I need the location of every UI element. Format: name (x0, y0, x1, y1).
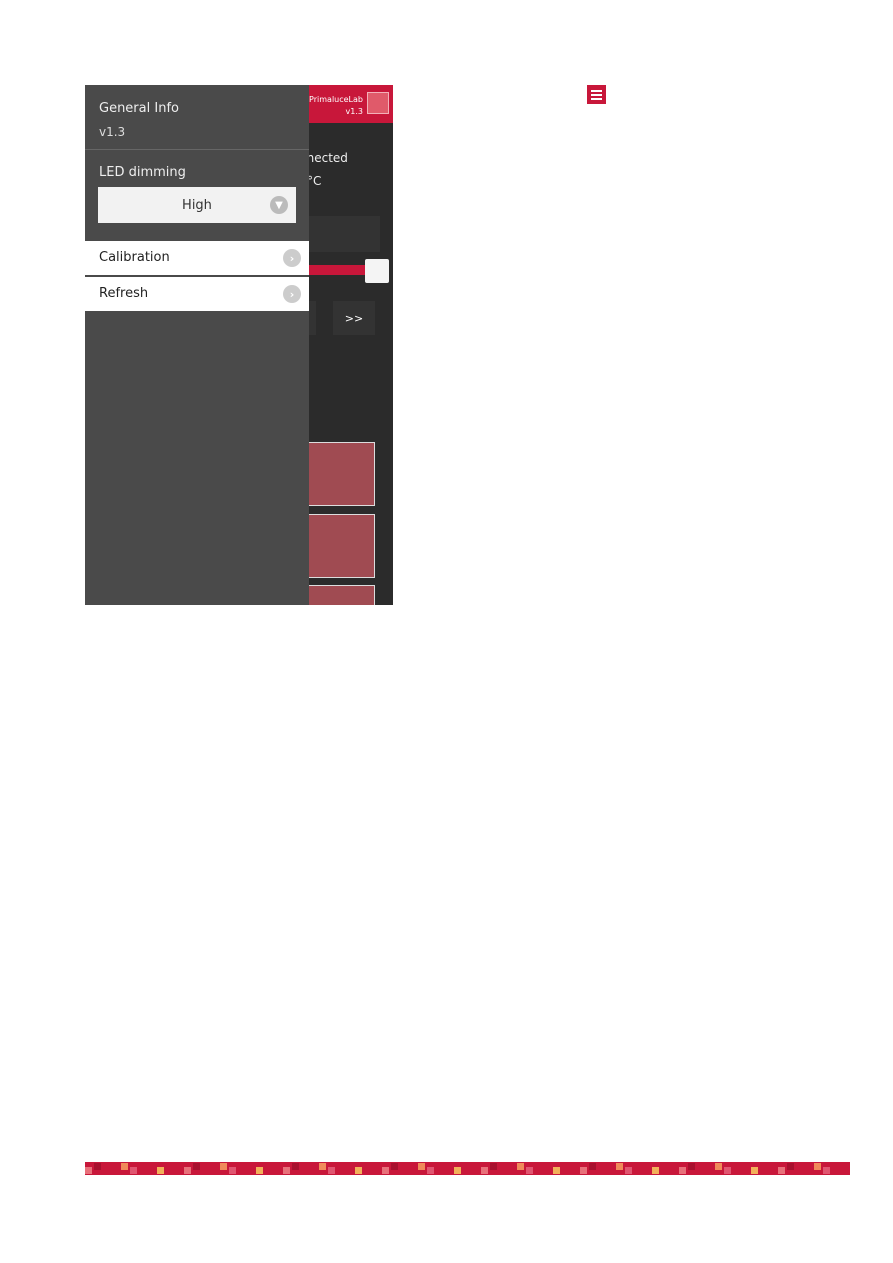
phone-screenshot: PrimaluceLab v1.3 nnected °C >> General … (85, 85, 393, 605)
chevron-right-icon: › (283, 249, 301, 267)
next-button[interactable]: >> (333, 301, 375, 335)
brand-version: v1.3 (345, 107, 363, 116)
brand: PrimaluceLab v1.3 (309, 94, 363, 118)
side-drawer: General Info v1.3 LED dimming High ▼ Cal… (85, 85, 309, 605)
slider-handle[interactable] (365, 259, 389, 283)
chevron-down-icon: ▼ (270, 196, 288, 214)
divider (85, 149, 309, 150)
brand-name: PrimaluceLab (309, 95, 363, 104)
menu-item-label: Calibration (99, 250, 170, 265)
firmware-version: v1.3 (99, 125, 126, 139)
decorative-footer-strip (85, 1162, 850, 1175)
menu-item-label: Refresh (99, 286, 149, 301)
manual-page: PrimaluceLab v1.3 nnected °C >> General … (0, 0, 893, 1263)
led-dimming-select[interactable]: High ▼ (98, 187, 296, 223)
value-box (305, 216, 380, 252)
chevron-right-icon: › (283, 285, 301, 303)
led-dimming-value: High (182, 197, 212, 213)
logo-icon (367, 92, 389, 114)
general-info-label: General Info (99, 101, 179, 116)
led-dimming-label: LED dimming (99, 165, 186, 180)
menu-item-refresh[interactable]: Refresh › (85, 277, 309, 311)
temperature: °C (307, 174, 322, 188)
menu-item-calibration[interactable]: Calibration › (85, 241, 309, 275)
hamburger-icon (587, 85, 606, 104)
